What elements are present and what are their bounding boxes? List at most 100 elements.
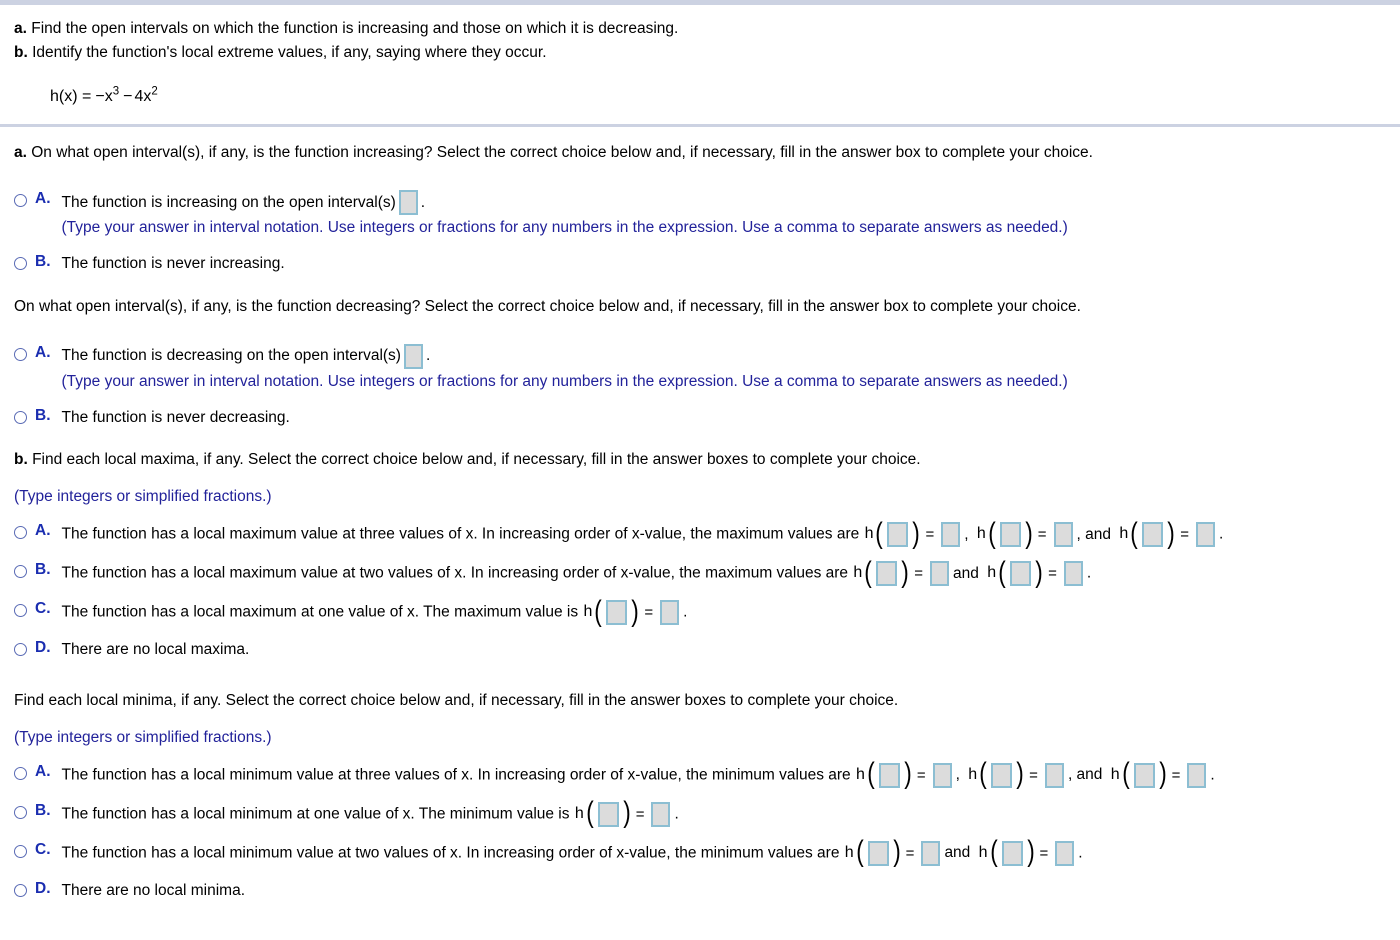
choice-letter-maxima-1: B. [35,561,51,579]
choice-maxima-b[interactable]: B. The function has a local maximum value… [0,558,1400,587]
choice-decreasing-a[interactable]: A. The function is decreasing on the ope… [0,343,1400,393]
answer-box-minima-2-value-1[interactable] [1055,840,1075,866]
radio-minima-b[interactable] [14,805,27,819]
choice-minima-c[interactable]: C. The function has a local minimum value… [0,835,1400,869]
equals-sign: = [1029,766,1038,784]
paren-open-icon: ( [1130,516,1138,550]
answer-box-maxima-1-arg-1[interactable] [1010,561,1032,587]
radio-maxima-c[interactable] [14,604,27,618]
h-expression-maxima-1-0: h() = [853,558,952,587]
hint-maxima: (Type integers or simplified fractions.) [14,488,272,506]
h-expression-minima-0-1: h() = [968,757,1067,791]
choice-body-minima-0: The function has a local minimum value a… [61,757,1387,791]
radio-decreasing-a[interactable] [14,347,27,361]
choice-minima-b[interactable]: B. The function has a local minimum at on… [0,796,1400,830]
choice-decreasing-b[interactable]: B. The function is never decreasing. [0,407,1400,429]
h-expression-maxima-0-2: h() = [1119,516,1218,550]
choice-text-maxima-0: The function has a local maximum value a… [61,525,864,543]
choice-increasing-a[interactable]: A. The function is increasing on the ope… [0,190,1400,239]
answer-box-minima-2-arg-0[interactable] [867,840,889,866]
paren-close-icon: ) [622,796,631,830]
choice-separator-minima-2-0: and [944,844,975,862]
choice-body-minima-2: The function has a local minimum value a… [62,835,1387,869]
answer-box-minima-1-arg-0[interactable] [597,801,619,827]
answer-box-minima-2-arg-1[interactable] [1001,840,1023,866]
answer-box-minima-1-value-0[interactable] [651,801,671,827]
answer-box-maxima-2-value-0[interactable] [660,600,680,626]
choice-maxima-c[interactable]: C. The function has a local maximum at on… [0,594,1400,628]
radio-increasing-a[interactable] [14,194,27,208]
answer-box-maxima-1-value-0[interactable] [930,561,950,587]
choice-text-maxima-2: The function has a local maximum at one … [61,603,583,621]
radio-minima-c[interactable] [14,844,27,858]
answer-box-maxima-2-arg-0[interactable] [606,600,628,626]
choice-text-increasing-a-before: The function is increasing on the open i… [61,193,396,211]
answer-box-minima-0-value-0[interactable] [932,762,952,788]
choice-body-minima-3: There are no local minima. [62,880,1387,902]
choice-letter-maxima-0: A. [35,522,51,540]
formula-term1-exponent: 3 [112,85,120,98]
answer-box-minima-0-arg-1[interactable] [991,762,1013,788]
choice-maxima-d[interactable]: D. There are no local maxima. [0,639,1400,661]
equals-sign: = [1048,565,1057,583]
intro-text-b: Identify the function's local extreme va… [32,43,547,61]
function-formula: h(x) = −x3−4x2 [50,85,158,106]
answer-box-maxima-0-arg-2[interactable] [1142,522,1164,548]
radio-minima-a[interactable] [14,766,27,780]
h-function-symbol: h [976,525,986,543]
answer-box-minima-0-value-1[interactable] [1044,762,1064,788]
choice-separator-maxima-0-0: , [964,525,973,543]
question-minima: Find each local minima, if any. Select t… [14,691,899,709]
choice-text-decreasing-a-before: The function is decreasing on the open i… [61,347,401,365]
answer-box-minima-0-value-2[interactable] [1187,762,1207,788]
answer-box-minima-2-value-0[interactable] [921,840,941,866]
choice-text-minima-0: The function has a local minimum value a… [61,766,855,784]
answer-box-maxima-0-value-0[interactable] [941,522,961,548]
answer-box-minima-0-arg-2[interactable] [1133,762,1155,788]
answer-box-maxima-0-arg-1[interactable] [999,522,1021,548]
choice-maxima-a[interactable]: A. The function has a local maximum value… [0,516,1400,550]
choice-separator-maxima-0-1: , and [1076,525,1116,543]
choice-trailing-minima-2: . [1078,844,1083,862]
radio-maxima-d[interactable] [14,643,27,657]
equals-sign: = [1180,526,1189,544]
answer-box-decreasing-a[interactable] [403,343,423,369]
answer-box-increasing-a[interactable] [398,190,418,216]
formula-term2-exponent: 2 [151,85,158,98]
choice-letter-increasing-b: B. [35,253,51,271]
choice-text-decreasing-a-after: . [425,347,431,365]
h-function-symbol: h [968,765,978,783]
radio-minima-d[interactable] [14,883,27,897]
choice-increasing-b[interactable]: B. The function is never increasing. [0,253,1400,275]
equals-sign: = [905,844,915,862]
equals-sign: = [644,604,654,622]
equals-sign: = [914,565,924,583]
answer-box-maxima-0-arg-0[interactable] [887,522,909,548]
radio-decreasing-b[interactable] [14,410,27,424]
radio-maxima-b[interactable] [14,565,27,579]
equals-sign: = [1037,526,1047,544]
choice-letter-maxima-3: D. [35,639,51,657]
answer-box-maxima-1-value-1[interactable] [1063,561,1083,587]
answer-box-maxima-1-arg-0[interactable] [876,561,898,587]
paren-open-icon: ( [875,516,884,550]
choice-trailing-minima-1: . [674,805,679,823]
paren-close-icon: ) [1026,835,1035,869]
choice-separator-minima-0-1: , and [1067,766,1107,784]
paren-close-icon: ) [1016,757,1024,791]
formula-term2-sign: − [123,88,133,106]
choice-minima-a[interactable]: A. The function has a local minimum value… [0,757,1400,791]
answer-box-minima-0-arg-0[interactable] [878,762,900,788]
choice-text-maxima-3: There are no local maxima. [61,641,250,659]
answer-box-maxima-0-value-2[interactable] [1196,522,1215,548]
choice-text-minima-1: The function has a local minimum at one … [61,805,574,823]
choice-letter-minima-1: B. [35,801,51,819]
paren-open-icon: ( [594,594,603,628]
choice-minima-d[interactable]: D. There are no local minima. [0,880,1400,902]
intro-instructions: a. Find the open intervals on which the … [0,19,1400,64]
radio-maxima-a[interactable] [14,526,27,540]
h-function-symbol: h [1119,525,1129,543]
answer-box-maxima-0-value-1[interactable] [1053,522,1073,548]
radio-increasing-b[interactable] [14,257,27,271]
h-function-symbol: h [574,804,584,822]
